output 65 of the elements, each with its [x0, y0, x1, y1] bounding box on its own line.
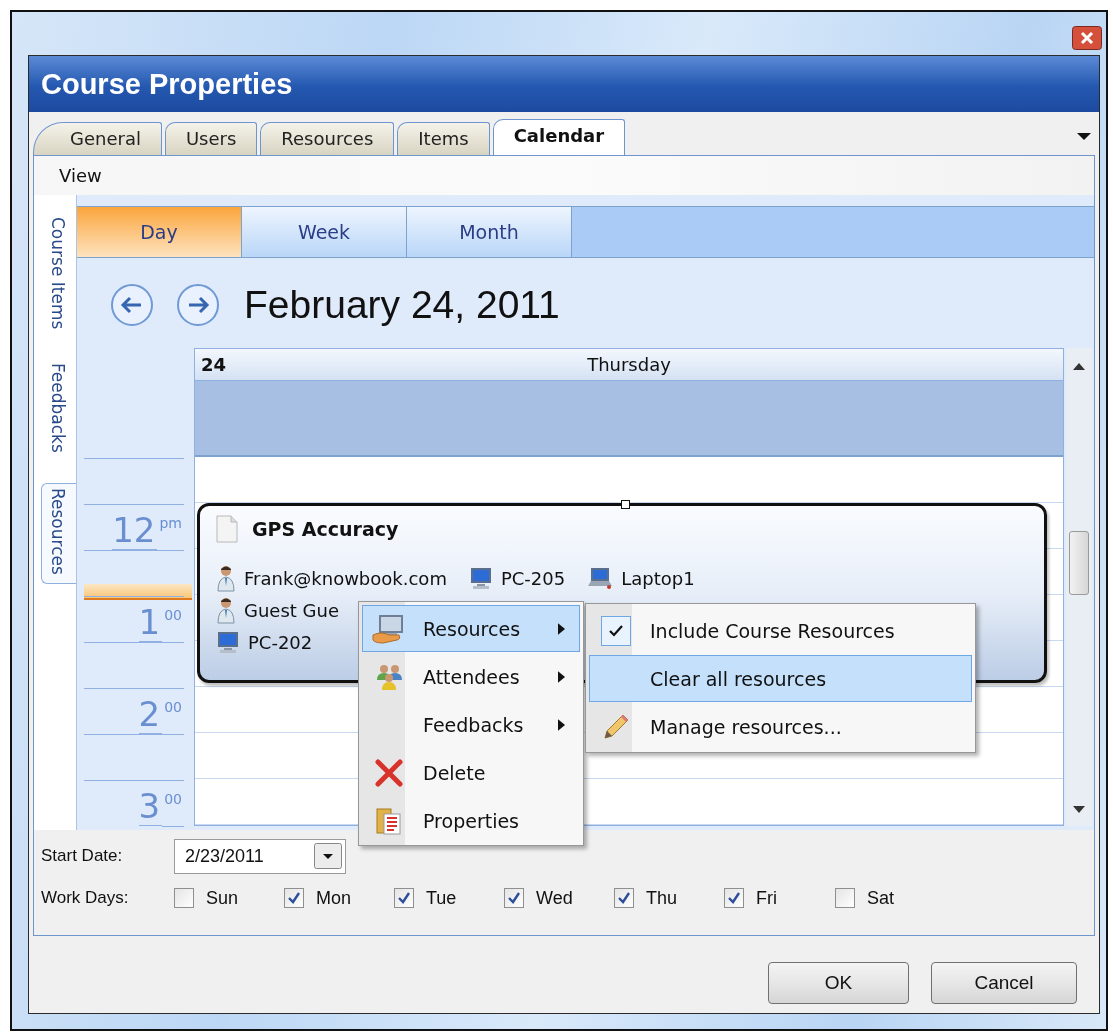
side-tab[interactable]: Resources [41, 483, 76, 584]
checkbox-label: Tue [426, 887, 457, 909]
menu-item[interactable]: Manage resources... [589, 703, 972, 750]
close-button[interactable] [1072, 25, 1102, 50]
checkbox-label: Sat [867, 887, 895, 909]
document-icon [216, 515, 238, 543]
tab[interactable]: General [33, 122, 162, 155]
next-button[interactable] [176, 283, 220, 327]
tab[interactable]: Items [397, 122, 490, 155]
scrollbar-thumb[interactable] [1069, 531, 1089, 595]
menu-item[interactable]: Include Course Resources [589, 607, 972, 654]
cancel-button[interactable]: Cancel [931, 962, 1077, 1004]
tab[interactable]: Users [164, 122, 258, 155]
menu-item[interactable]: Delete [362, 749, 580, 796]
checkbox[interactable] [284, 888, 304, 908]
day-number: 24 [201, 354, 227, 375]
view-button[interactable]: Day [77, 207, 242, 257]
previous-button[interactable] [110, 283, 154, 327]
menu-item[interactable]: Clear all resources [589, 655, 972, 702]
checkbox[interactable] [504, 888, 524, 908]
resource-label: Guest Gue [244, 599, 340, 621]
resource-label: PC-202 [248, 631, 313, 653]
side-tab[interactable]: Feedbacks [42, 359, 76, 462]
folder-icon [374, 805, 404, 836]
start-date-field[interactable]: 2/23/2011 [174, 838, 346, 874]
dropdown-button[interactable] [314, 843, 342, 869]
checkbox-label: Thu [646, 887, 678, 909]
window-title: Course Properties [41, 67, 293, 101]
delete-icon [374, 757, 404, 788]
tab[interactable]: Resources [260, 122, 395, 155]
start-date-label: Start Date: [41, 846, 124, 866]
menu-item[interactable]: Properties [362, 797, 580, 844]
resize-handle[interactable] [621, 500, 630, 509]
checkbox-label: Sun [206, 887, 239, 909]
appointment-title: GPS Accuracy [252, 518, 399, 540]
ok-button[interactable]: OK [768, 962, 909, 1004]
view-button[interactable]: Month [407, 207, 572, 257]
checkbox-label: Mon [316, 887, 351, 909]
checkbox[interactable] [394, 888, 414, 908]
menu-item[interactable]: Resources [362, 605, 580, 652]
side-tab[interactable]: Course Items [42, 213, 76, 338]
resource-label: Frank@knowbook.com [244, 567, 447, 589]
scroll-up-icon[interactable] [1073, 362, 1085, 370]
checkbox[interactable] [724, 888, 744, 908]
person-icon [216, 596, 236, 624]
date-title: February 24, 2011 [244, 283, 560, 327]
scroll-down-icon[interactable] [1073, 806, 1085, 814]
work-days-label: Work Days: [41, 888, 130, 908]
dropdown-arrow-icon[interactable] [1077, 133, 1091, 141]
checkbox[interactable] [835, 888, 855, 908]
checkbox[interactable] [614, 888, 634, 908]
monitor-icon [468, 566, 493, 590]
weekday-label: Thursday [587, 354, 671, 375]
view-button[interactable]: Week [242, 207, 407, 257]
checkbox[interactable] [174, 888, 194, 908]
monitor-icon [216, 630, 240, 654]
resource-label: Laptop1 [621, 567, 695, 589]
resource-label: PC-205 [500, 567, 566, 589]
checkbox-label: Wed [536, 887, 573, 909]
tab[interactable]: Calendar [492, 119, 626, 155]
menu-item[interactable]: Feedbacks [362, 701, 580, 748]
person-icon [216, 564, 236, 592]
menu-item[interactable]: View [56, 163, 105, 188]
checkbox-label: Fri [756, 887, 777, 909]
laptop-icon [587, 566, 614, 590]
